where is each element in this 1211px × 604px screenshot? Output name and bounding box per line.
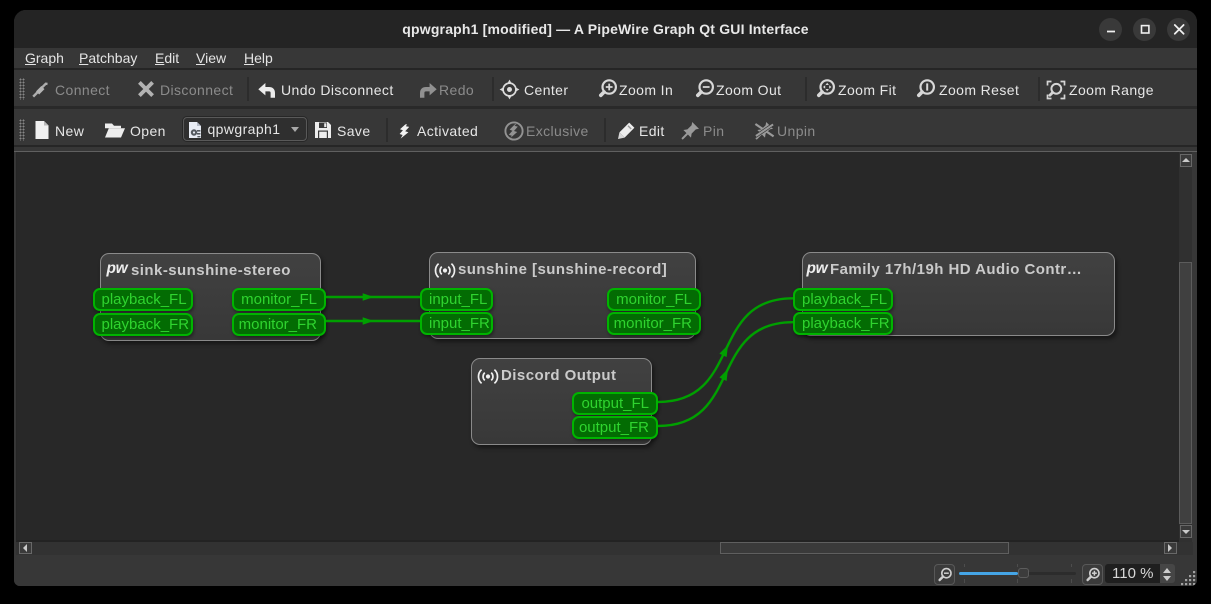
- svg-text:pw: pw: [106, 260, 129, 277]
- svg-text:pw: pw: [806, 259, 829, 276]
